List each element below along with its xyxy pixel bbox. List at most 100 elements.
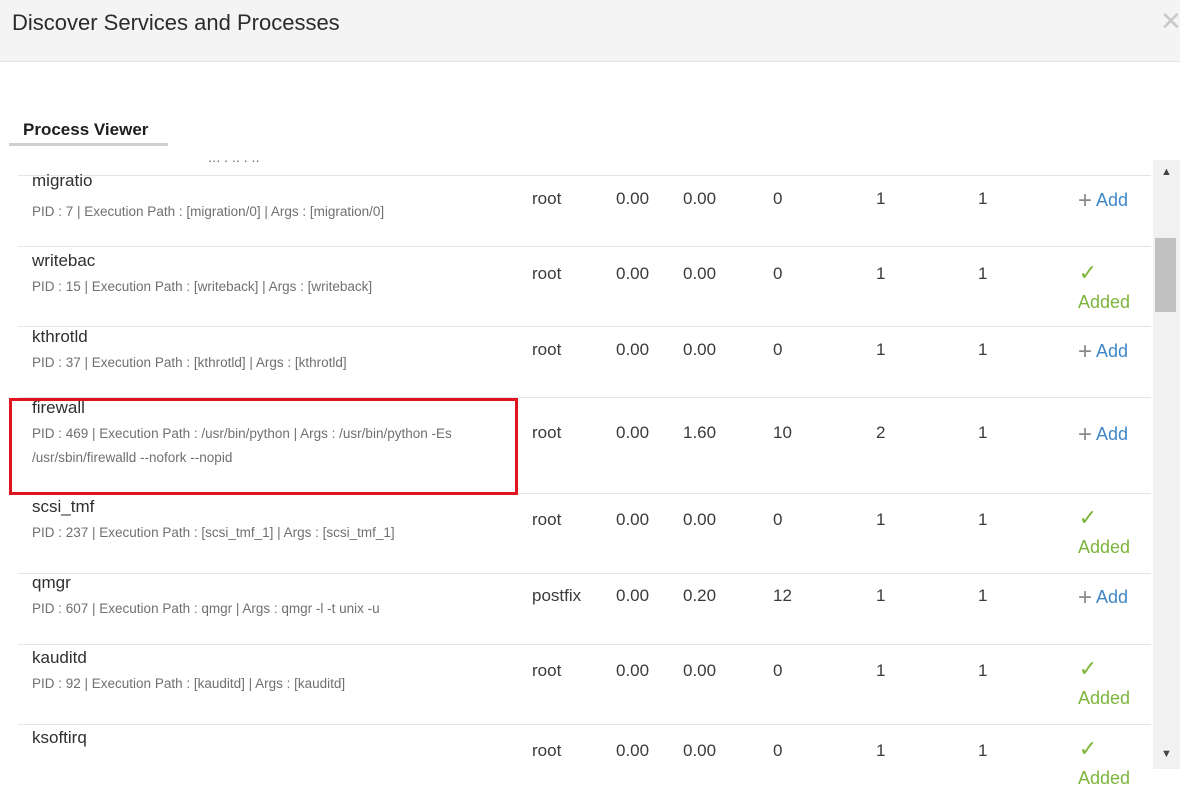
process-row[interactable]: scsi_tmf PID : 237 | Execution Path : [sc… [18, 493, 1151, 573]
scroll-down-icon[interactable]: ▼ [1153, 744, 1180, 764]
process-details: PID : 469 | Execution Path : /usr/bin/py… [32, 426, 452, 465]
count-cell: 2 [876, 423, 886, 442]
count-cell: 0 [773, 340, 783, 359]
process-details: PID : 7 | Execution Path : [migration/0]… [32, 204, 385, 219]
memory-cell: 0.00 [683, 264, 717, 283]
process-row[interactable]: firewall PID : 469 | Execution Path : /us… [18, 397, 1151, 493]
added-status[interactable]: ✓ Added [1078, 736, 1130, 789]
close-icon[interactable]: ✕ [1160, 6, 1180, 37]
cpu-cell: 0.00 [616, 586, 650, 605]
cpu-cell: 0.00 [616, 661, 650, 680]
count-cell: 12 [773, 586, 792, 605]
add-button[interactable]: + Add [1078, 419, 1129, 448]
added-label: Added [1078, 537, 1131, 557]
count-cell: 1 [978, 264, 988, 283]
process-row[interactable]: kthrotld PID : 37 | Execution Path : [kth… [18, 326, 1151, 397]
user-cell: root [532, 661, 562, 680]
cpu-cell: 0.00 [616, 423, 650, 442]
check-icon: ✓ [1078, 260, 1098, 285]
memory-cell: 0.20 [683, 586, 717, 605]
count-cell: 1 [978, 340, 988, 359]
added-status[interactable]: ✓ Added [1078, 656, 1130, 709]
user-cell: root [532, 264, 562, 283]
add-button[interactable]: + Add [1078, 582, 1129, 611]
tab-process-viewer[interactable]: Process Viewer [9, 118, 168, 146]
added-status[interactable]: ✓ Added [1078, 260, 1130, 313]
process-details: PID : 607 | Execution Path : qmgr | Args… [32, 601, 380, 616]
process-name: qmgr [32, 573, 71, 592]
add-button[interactable]: + Add [1078, 185, 1129, 214]
count-cell: 0 [773, 189, 783, 208]
added-label: Added [1078, 768, 1131, 788]
tab-label: Process Viewer [23, 120, 149, 139]
count-cell: 0 [773, 741, 783, 760]
cpu-cell: 0.00 [616, 189, 650, 208]
user-cell: postfix [532, 586, 582, 605]
process-details: PID : 15 | Execution Path : [writeback] … [32, 279, 373, 294]
count-cell: 1 [876, 661, 886, 680]
dialog-title: Discover Services and Processes [12, 10, 340, 35]
added-label: Added [1078, 688, 1131, 708]
cpu-cell: 0.00 [616, 510, 650, 529]
cpu-cell: 0.00 [616, 264, 650, 283]
plus-icon: + [1078, 421, 1093, 448]
process-row[interactable]: kauditd PID : 92 | Execution Path : [kaud… [18, 644, 1151, 724]
count-cell: 1 [876, 510, 886, 529]
process-details: PID : 92 | Execution Path : [kauditd] | … [32, 676, 346, 691]
cpu-cell: 0.00 [616, 340, 650, 359]
process-name: scsi_tmf [32, 497, 95, 516]
count-cell: 1 [978, 741, 988, 760]
memory-cell: 0.00 [683, 340, 717, 359]
plus-icon: + [1078, 187, 1093, 214]
count-cell: 0 [773, 661, 783, 680]
count-cell: 1 [978, 510, 988, 529]
process-name: ksoftirq [32, 728, 87, 747]
added-label: Added [1078, 292, 1131, 312]
scroll-up-icon[interactable]: ▲ [1153, 162, 1180, 182]
add-label: Add [1096, 587, 1129, 607]
process-name: writebac [32, 251, 96, 270]
memory-cell: 0.00 [683, 741, 717, 760]
add-button[interactable]: + Add [1078, 336, 1129, 365]
count-cell: 0 [773, 510, 783, 529]
added-status[interactable]: ✓ Added [1078, 505, 1130, 558]
process-details: PID : 37 | Execution Path : [kthrotld] |… [32, 355, 347, 370]
count-cell: 1 [978, 423, 988, 442]
process-row[interactable]: migratio PID : 7 | Execution Path : [migr… [18, 171, 1151, 246]
memory-cell: 0.00 [683, 661, 717, 680]
count-cell: 10 [773, 423, 792, 442]
scrollbar[interactable]: ▲ ▼ [1153, 160, 1180, 769]
process-name: migratio [32, 171, 93, 190]
check-icon: ✓ [1078, 656, 1098, 681]
process-row[interactable]: writebac PID : 15 | Execution Path : [wri… [18, 246, 1151, 326]
process-name: kthrotld [32, 327, 88, 346]
plus-icon: + [1078, 584, 1093, 611]
plus-icon: + [1078, 338, 1093, 365]
user-cell: root [532, 423, 562, 442]
process-row[interactable]: qmgr PID : 607 | Execution Path : qmgr | … [18, 573, 1151, 644]
add-label: Add [1096, 341, 1129, 361]
user-cell: root [532, 741, 562, 760]
count-cell: 1 [876, 586, 886, 605]
process-name: kauditd [32, 648, 87, 667]
memory-cell: 0.00 [683, 189, 717, 208]
scrollbar-thumb[interactable] [1155, 238, 1176, 312]
check-icon: ✓ [1078, 736, 1098, 761]
count-cell: 0 [773, 264, 783, 283]
add-label: Add [1096, 190, 1129, 210]
user-cell: root [532, 510, 562, 529]
process-name: firewall [32, 398, 85, 417]
dialog-header: Discover Services and Processes ✕ [0, 0, 1180, 62]
count-cell: 1 [978, 189, 988, 208]
process-list[interactable]: ‧‧‧ ‧ ‧‧ ‧ ‧‧ migratio PID : 7 | Executio… [18, 160, 1151, 789]
memory-cell: 0.00 [683, 510, 717, 529]
add-label: Add [1096, 424, 1129, 444]
count-cell: 1 [876, 741, 886, 760]
count-cell: 1 [876, 340, 886, 359]
clipped-row-text: ‧‧‧ ‧ ‧‧ ‧ ‧‧ [208, 160, 260, 169]
count-cell: 1 [876, 189, 886, 208]
process-details: PID : 237 | Execution Path : [scsi_tmf_1… [32, 525, 395, 540]
count-cell: 1 [978, 586, 988, 605]
cpu-cell: 0.00 [616, 741, 650, 760]
process-row[interactable]: ksoftirq root 0.00 0.00 0 1 1 ✓ Added [18, 724, 1151, 789]
